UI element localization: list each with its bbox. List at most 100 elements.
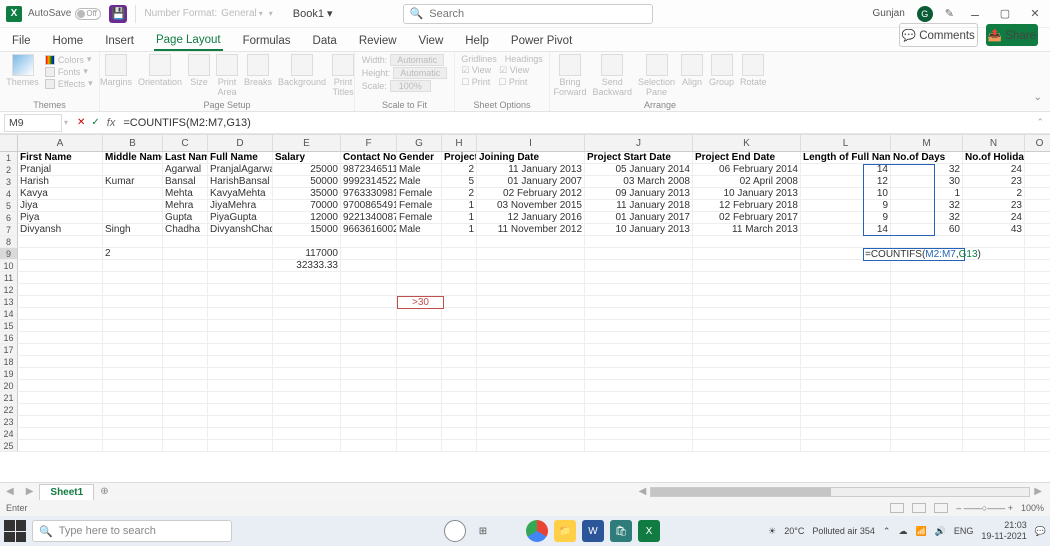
cell[interactable]: [963, 236, 1025, 248]
cell[interactable]: [273, 356, 341, 368]
cell[interactable]: [477, 332, 585, 344]
scroll-left-icon[interactable]: ◀: [639, 486, 647, 497]
cell[interactable]: [693, 272, 801, 284]
cell[interactable]: 14: [801, 224, 891, 236]
cell[interactable]: [18, 380, 103, 392]
cell[interactable]: [693, 356, 801, 368]
cell[interactable]: Project End Date: [693, 152, 801, 164]
cell[interactable]: [585, 320, 693, 332]
cell[interactable]: [963, 296, 1025, 308]
cell[interactable]: [891, 416, 963, 428]
cell[interactable]: [477, 392, 585, 404]
name-box[interactable]: [4, 114, 62, 132]
cell[interactable]: [103, 332, 163, 344]
cell[interactable]: [1025, 164, 1050, 176]
expand-formula-icon[interactable]: ⌃: [1036, 117, 1044, 128]
cell[interactable]: Length of Full Names: [801, 152, 891, 164]
cell[interactable]: 2: [103, 248, 163, 260]
cell[interactable]: 35000: [273, 188, 341, 200]
arrange-button[interactable]: Align: [681, 54, 703, 87]
sheet-tab-active[interactable]: Sheet1: [39, 484, 94, 500]
cell[interactable]: [693, 416, 801, 428]
cell[interactable]: [477, 236, 585, 248]
cell[interactable]: [18, 356, 103, 368]
cell[interactable]: 25000: [273, 164, 341, 176]
cell[interactable]: 11 January 2018: [585, 200, 693, 212]
row-header[interactable]: 12: [0, 284, 18, 296]
tab-view[interactable]: View: [417, 31, 446, 51]
cell[interactable]: 9700865491: [341, 200, 397, 212]
cell[interactable]: [103, 356, 163, 368]
cell[interactable]: 23: [963, 200, 1025, 212]
cell[interactable]: [341, 308, 397, 320]
cell[interactable]: [397, 248, 442, 260]
row-header[interactable]: 10: [0, 260, 18, 272]
cell[interactable]: [1025, 260, 1050, 272]
cell[interactable]: [963, 440, 1025, 452]
cell[interactable]: [891, 308, 963, 320]
cell[interactable]: [1025, 416, 1050, 428]
row-header[interactable]: 24: [0, 428, 18, 440]
col-header[interactable]: H: [442, 135, 477, 152]
cell[interactable]: [801, 308, 891, 320]
cell[interactable]: [163, 380, 208, 392]
cell[interactable]: [341, 296, 397, 308]
cell[interactable]: Female: [397, 200, 442, 212]
cell[interactable]: [341, 332, 397, 344]
cell[interactable]: 9763330981: [341, 188, 397, 200]
cell[interactable]: No.of Days: [891, 152, 963, 164]
cell[interactable]: Male: [397, 224, 442, 236]
cell[interactable]: [208, 428, 273, 440]
search-input[interactable]: [429, 8, 645, 20]
row-header[interactable]: 21: [0, 392, 18, 404]
cell[interactable]: [442, 440, 477, 452]
cell[interactable]: [585, 248, 693, 260]
cell[interactable]: [891, 236, 963, 248]
cell[interactable]: [585, 296, 693, 308]
cell[interactable]: [103, 296, 163, 308]
cell[interactable]: [273, 416, 341, 428]
cell[interactable]: [693, 236, 801, 248]
cell[interactable]: [1025, 404, 1050, 416]
row-header[interactable]: 19: [0, 368, 18, 380]
tab-data[interactable]: Data: [311, 31, 339, 51]
excel-taskbar-icon[interactable]: X: [638, 520, 660, 542]
cell[interactable]: 1: [891, 188, 963, 200]
cell[interactable]: [963, 272, 1025, 284]
workbook-name[interactable]: Book1 ▾: [293, 7, 333, 20]
cell[interactable]: [163, 344, 208, 356]
cell[interactable]: [397, 428, 442, 440]
cell[interactable]: [273, 332, 341, 344]
cell[interactable]: Male: [397, 176, 442, 188]
cell[interactable]: [341, 236, 397, 248]
cell[interactable]: [208, 296, 273, 308]
cell[interactable]: 24: [963, 212, 1025, 224]
cell[interactable]: [963, 368, 1025, 380]
store-icon[interactable]: 🛍: [610, 520, 632, 542]
cell[interactable]: [163, 284, 208, 296]
cell[interactable]: [801, 272, 891, 284]
row-header[interactable]: 17: [0, 344, 18, 356]
cell[interactable]: 9663616002: [341, 224, 397, 236]
cell[interactable]: [442, 332, 477, 344]
cell[interactable]: [103, 212, 163, 224]
formula-input[interactable]: =COUNTIFS(M2:M7,G13): [119, 117, 1036, 129]
cell[interactable]: [341, 248, 397, 260]
cell[interactable]: [397, 404, 442, 416]
clock[interactable]: 21:0319-11-2021: [981, 520, 1026, 542]
chevron-down-icon[interactable]: ▾: [64, 118, 68, 127]
system-tray[interactable]: ☀ 20°C Polluted air 354 ⌃ ☁ 📶 🔊 ENG 21:0…: [768, 520, 1046, 542]
cell[interactable]: 50000: [273, 176, 341, 188]
cell[interactable]: [397, 332, 442, 344]
height-select[interactable]: Automatic: [393, 67, 447, 79]
cell[interactable]: [103, 272, 163, 284]
cell[interactable]: [103, 392, 163, 404]
cell[interactable]: [208, 368, 273, 380]
cell[interactable]: [18, 440, 103, 452]
cell[interactable]: Jiya: [18, 200, 103, 212]
cell[interactable]: [18, 344, 103, 356]
cell[interactable]: [341, 284, 397, 296]
cell[interactable]: [1025, 212, 1050, 224]
cell[interactable]: [397, 320, 442, 332]
cell[interactable]: [963, 380, 1025, 392]
